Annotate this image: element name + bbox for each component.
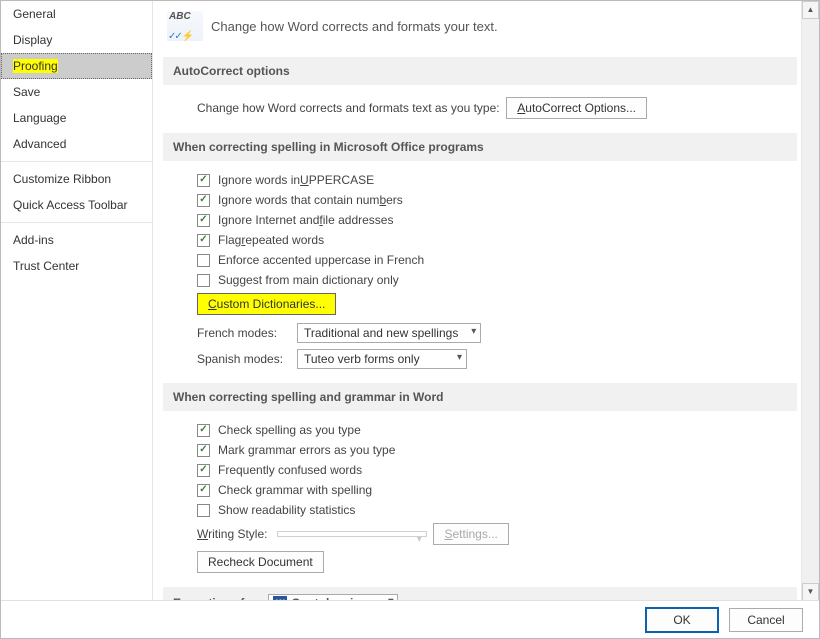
chk-enforce-accented[interactable]: Enforce accented uppercase in French	[197, 253, 791, 267]
writing-style-select[interactable]	[277, 531, 427, 537]
recheck-row: Recheck Document	[197, 551, 791, 573]
proofing-icon	[167, 11, 203, 41]
writing-style-label: Writing Style:	[197, 527, 267, 541]
sidebar-label: Advanced	[13, 137, 66, 151]
chk-check-grammar-spelling[interactable]: Check grammar with spelling	[197, 483, 791, 497]
sidebar-label: Display	[13, 33, 52, 47]
sidebar-item-proofing[interactable]: Proofing	[1, 53, 152, 79]
sidebar-separator	[1, 161, 152, 162]
chk-frequently-confused[interactable]: Frequently confused words	[197, 463, 791, 477]
chk-ignore-internet[interactable]: Ignore Internet and file addresses	[197, 213, 791, 227]
spanish-label: Spanish modes:	[197, 352, 291, 366]
ok-button[interactable]: OK	[645, 607, 719, 633]
sidebar-label: General	[13, 7, 56, 21]
sidebar-item-display[interactable]: Display	[1, 27, 152, 53]
section-autocorrect-body: Change how Word corrects and formats tex…	[163, 97, 801, 119]
sidebar-label: Trust Center	[13, 259, 79, 273]
options-dialog: General Display Proofing Save Language A…	[0, 0, 820, 639]
checkbox-icon	[197, 174, 210, 187]
sidebar-separator	[1, 222, 152, 223]
spanish-modes-select[interactable]: Tuteo verb forms only	[297, 349, 467, 369]
sidebar-label: Add-ins	[13, 233, 54, 247]
custom-dictionaries-button[interactable]: Custom Dictionaries...	[197, 293, 336, 315]
sidebar-item-advanced[interactable]: Advanced	[1, 131, 152, 157]
sidebar-label: Language	[13, 111, 66, 125]
section-exceptions: Exceptions for: W Contoh saja	[163, 587, 797, 601]
sidebar: General Display Proofing Save Language A…	[1, 1, 153, 601]
section-office-title: When correcting spelling in Microsoft Of…	[163, 133, 797, 161]
cancel-button[interactable]: Cancel	[729, 608, 803, 632]
sidebar-label: Customize Ribbon	[13, 172, 111, 186]
checkbox-icon	[197, 274, 210, 287]
autocorrect-options-button[interactable]: AutoCorrect Options...	[506, 97, 647, 119]
french-label: French modes:	[197, 326, 291, 340]
body-area: General Display Proofing Save Language A…	[1, 1, 819, 601]
chk-mark-grammar[interactable]: Mark grammar errors as you type	[197, 443, 791, 457]
spanish-modes-row: Spanish modes: Tuteo verb forms only	[197, 349, 791, 369]
sidebar-item-trust-center[interactable]: Trust Center	[1, 253, 152, 279]
french-modes-row: French modes: Traditional and new spelli…	[197, 323, 791, 343]
scroll-content: Change how Word corrects and formats you…	[153, 1, 801, 601]
checkbox-icon	[197, 464, 210, 477]
scroll-up-arrow[interactable]: ▲	[802, 1, 819, 19]
section-office-body: Ignore words in UPPERCASE Ignore words t…	[163, 173, 801, 369]
checkbox-icon	[197, 424, 210, 437]
sidebar-label: Proofing	[13, 59, 58, 73]
chk-flag-repeated[interactable]: Flag repeated words	[197, 233, 791, 247]
chk-readability[interactable]: Show readability statistics	[197, 503, 791, 517]
custom-dict-row: Custom Dictionaries...	[197, 293, 791, 315]
sidebar-item-save[interactable]: Save	[1, 79, 152, 105]
checkbox-icon	[197, 234, 210, 247]
recheck-document-button[interactable]: Recheck Document	[197, 551, 324, 573]
sidebar-item-quick-access-toolbar[interactable]: Quick Access Toolbar	[1, 192, 152, 218]
checkbox-icon	[197, 484, 210, 497]
writing-style-row: Writing Style: Settings...	[197, 523, 791, 545]
french-modes-select[interactable]: Traditional and new spellings	[297, 323, 481, 343]
settings-button[interactable]: Settings...	[433, 523, 508, 545]
sidebar-item-language[interactable]: Language	[1, 105, 152, 131]
autocorrect-desc: Change how Word corrects and formats tex…	[197, 101, 500, 115]
sidebar-label: Quick Access Toolbar	[13, 198, 128, 212]
sidebar-label: Save	[13, 85, 40, 99]
autocorrect-desc-line: Change how Word corrects and formats tex…	[197, 97, 791, 119]
dialog-footer: OK Cancel	[1, 600, 819, 638]
checkbox-icon	[197, 504, 210, 517]
section-word-title: When correcting spelling and grammar in …	[163, 383, 797, 411]
chk-check-spelling[interactable]: Check spelling as you type	[197, 423, 791, 437]
section-autocorrect-title: AutoCorrect options	[163, 57, 797, 85]
chk-suggest-main-dict[interactable]: Suggest from main dictionary only	[197, 273, 791, 287]
checkbox-icon	[197, 444, 210, 457]
sidebar-item-add-ins[interactable]: Add-ins	[1, 227, 152, 253]
page-header: Change how Word corrects and formats you…	[163, 1, 801, 57]
checkbox-icon	[197, 194, 210, 207]
checkbox-icon	[197, 214, 210, 227]
chk-ignore-numbers[interactable]: Ignore words that contain numbers	[197, 193, 791, 207]
checkbox-icon	[197, 254, 210, 267]
section-word-body: Check spelling as you type Mark grammar …	[163, 423, 801, 573]
chk-ignore-uppercase[interactable]: Ignore words in UPPERCASE	[197, 173, 791, 187]
sidebar-item-general[interactable]: General	[1, 1, 152, 27]
scroll-down-arrow[interactable]: ▼	[802, 583, 819, 601]
main-pane: Change how Word corrects and formats you…	[153, 1, 819, 601]
page-header-text: Change how Word corrects and formats you…	[211, 19, 498, 34]
sidebar-item-customize-ribbon[interactable]: Customize Ribbon	[1, 166, 152, 192]
scrollbar[interactable]: ▲ ▼	[801, 1, 819, 601]
